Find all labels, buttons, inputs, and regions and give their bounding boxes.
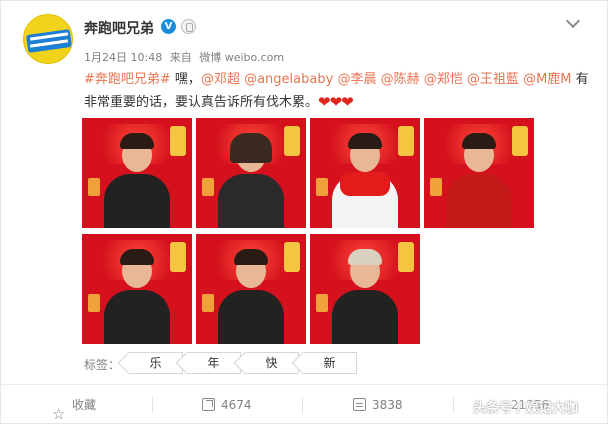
forward-icon xyxy=(202,398,215,411)
post-photo-1[interactable] xyxy=(82,118,192,228)
mention-link[interactable]: @M鹿M xyxy=(523,72,571,87)
favorite-button[interactable]: 收藏 xyxy=(52,385,97,424)
chevron-down-icon[interactable] xyxy=(566,15,580,29)
post-text: #奔跑吧兄弟# 嘿，@邓超 @angelababy @李晨 @陈赫 @郑恺 @王… xyxy=(84,69,594,114)
author-name[interactable]: 奔跑吧兄弟 xyxy=(84,18,154,38)
heart-emoji-icons: ❤❤❤ xyxy=(318,93,354,111)
mention-link[interactable]: @陈赫 xyxy=(381,72,420,87)
photo-grid xyxy=(82,118,534,346)
tag-label: 年 xyxy=(207,356,220,370)
mention-link[interactable]: @李晨 xyxy=(337,72,376,87)
post-text-segment: 嘿， xyxy=(170,72,201,87)
weibo-post-card: 奔跑吧兄弟 V 1月24日 10:48 来自 微博 weibo.com #奔跑吧… xyxy=(0,0,608,424)
mention-link[interactable]: @邓超 xyxy=(201,72,240,87)
favorite-label: 收藏 xyxy=(72,398,97,412)
author-avatar[interactable] xyxy=(23,14,73,64)
post-photo-4[interactable] xyxy=(424,118,534,228)
forward-count: 4674 xyxy=(221,398,252,412)
post-photo-5[interactable] xyxy=(82,234,192,344)
member-icon[interactable] xyxy=(181,19,196,34)
mention-link[interactable]: @郑恺 xyxy=(424,72,463,87)
tag-chip[interactable]: 新 xyxy=(303,352,357,374)
mention-link[interactable]: @王祖藍 xyxy=(467,72,519,87)
post-photo-3[interactable] xyxy=(310,118,420,228)
forward-button[interactable]: 4674 xyxy=(202,385,252,424)
comment-button[interactable]: 3838 xyxy=(353,385,403,424)
post-photo-2[interactable] xyxy=(196,118,306,228)
tag-label: 乐 xyxy=(149,356,162,370)
tags-label: 标签： xyxy=(84,358,121,372)
action-separator xyxy=(152,397,153,413)
watermark: 头条号 / 娱记大咖 xyxy=(473,401,578,416)
mention-link[interactable]: @angelababy xyxy=(244,72,333,87)
comment-icon xyxy=(353,398,366,411)
star-icon xyxy=(52,394,66,424)
action-separator xyxy=(302,397,303,413)
tag-label: 快 xyxy=(265,356,278,370)
topic-link[interactable]: #奔跑吧兄弟# xyxy=(84,72,171,87)
action-separator xyxy=(453,397,454,413)
verified-badge-icon: V xyxy=(161,19,176,34)
post-photo-6[interactable] xyxy=(196,234,306,344)
post-meta: 1月24日 10:48 来自 微博 weibo.com xyxy=(84,49,288,65)
post-photo-7[interactable] xyxy=(310,234,420,344)
post-source[interactable]: 微博 weibo.com xyxy=(199,51,284,64)
post-time[interactable]: 1月24日 10:48 xyxy=(84,51,162,64)
tag-label: 新 xyxy=(323,356,336,370)
source-prefix: 来自 xyxy=(169,51,192,64)
comment-count: 3838 xyxy=(372,398,403,412)
